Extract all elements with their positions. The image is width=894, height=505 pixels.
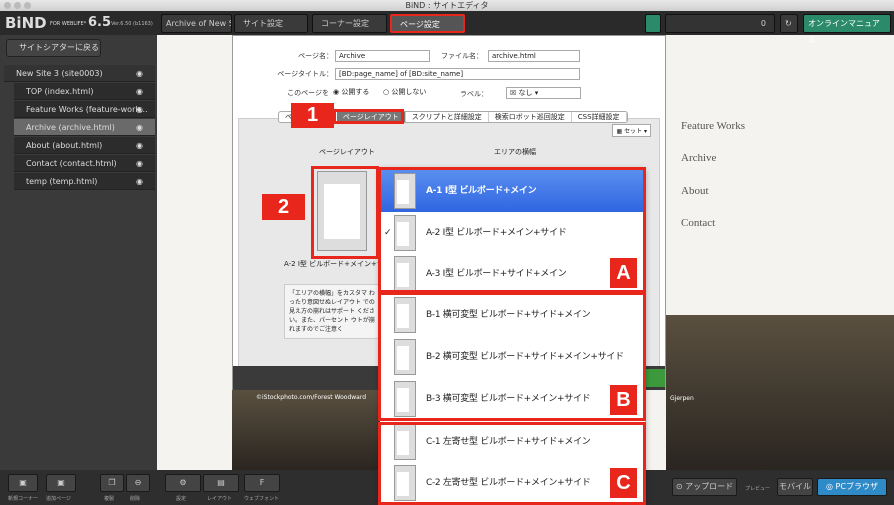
page-name-label: ページ名： (298, 52, 333, 60)
new-corner-button[interactable]: ▣ (8, 474, 38, 492)
page-item[interactable]: Contact (contact.html) ◉ (14, 155, 155, 172)
settings-label: 設定 (176, 496, 187, 502)
breadcrumb: Archive of New Site (161, 14, 232, 33)
current-layout-label: A-2 I型 ビルボード+メイン+サイド (284, 260, 384, 268)
book-icon[interactable] (645, 14, 661, 33)
eye-icon[interactable]: ◉ (136, 155, 143, 172)
page-item[interactable]: Feature Works (feature-work... ◉ (14, 101, 155, 118)
eye-icon[interactable]: ◉ (136, 101, 143, 118)
logo-sub: FOR WEBLIFE* (50, 21, 87, 27)
logo-text: BiND (5, 14, 47, 32)
annotation-box-b (378, 292, 646, 421)
refresh-icon[interactable]: ↻ (780, 14, 798, 33)
label-select[interactable]: ☒ なし ▾ (506, 87, 581, 99)
page-item[interactable]: TOP (index.html) ◉ (14, 83, 155, 100)
eye-icon[interactable]: ◉ (136, 119, 143, 136)
set-button[interactable]: ▦ セット ▾ (612, 124, 651, 137)
eye-icon[interactable]: ◉ (136, 65, 143, 82)
file-name-input[interactable]: archive.html (488, 50, 580, 62)
close-button[interactable] (4, 2, 11, 9)
zoom-button[interactable] (24, 2, 31, 9)
publish-label: このページを (287, 89, 329, 97)
annotation-badge-a: A (610, 258, 637, 288)
back-to-site-theater-button[interactable]: サイトシアターに戻る (6, 39, 101, 57)
tab-site-settings[interactable]: サイト設定 (234, 14, 308, 33)
site-nav-item[interactable]: Feature Works (681, 120, 745, 132)
new-corner-label: 新規コーナー (8, 496, 39, 502)
publish-radio[interactable]: ◉ 公開する (333, 87, 369, 97)
site-photo: Gjerpen (666, 315, 894, 470)
toolbar: BiND FOR WEBLIFE* 6.5 Ver.6.50 (b1163) A… (0, 11, 894, 45)
title-bar: BiND : サイトエディタ (0, 0, 894, 11)
online-manual-button[interactable]: オンラインマニュアル (803, 14, 891, 45)
search-input[interactable]: 0 (665, 14, 775, 33)
file-name-label: ファイル名： (441, 52, 483, 60)
window-title: BiND : サイトエディタ (405, 1, 489, 10)
duplicate-button[interactable]: ❐ (100, 474, 124, 492)
add-page-label: 追加ページ (46, 496, 71, 502)
site-nav-item[interactable]: Contact (681, 217, 715, 229)
layout-button[interactable]: ▤ (203, 474, 239, 492)
minimize-button[interactable] (14, 2, 21, 9)
page-item[interactable]: About (about.html) ◉ (14, 137, 155, 154)
page-item[interactable]: temp (temp.html) ◉ (14, 173, 155, 190)
annotation-badge-2: 2 (262, 194, 305, 220)
add-page-button[interactable]: ▣ (46, 474, 76, 492)
ok-button[interactable] (645, 369, 665, 387)
web-font-label: ウェブフォント (244, 496, 280, 502)
tab-corner-settings[interactable]: コーナー設定 (312, 14, 387, 33)
page-layout-heading: ページレイアウト (319, 148, 375, 156)
site-nav-item[interactable]: About (681, 185, 709, 197)
page-title-input[interactable]: [BD:page_name] of [BD:site_name] (335, 68, 580, 80)
annotation-box-a (378, 167, 646, 293)
page-title-label: ページタイトル： (277, 70, 333, 78)
layout-label: レイアウト (207, 496, 233, 502)
eye-icon[interactable]: ◉ (136, 173, 143, 190)
tab-page-settings[interactable]: ページ設定 (390, 14, 465, 33)
annotation-box-c (378, 422, 646, 505)
site-item[interactable]: New Site 3 (site0003) ◉ (4, 65, 155, 82)
preview-label: プレビュー (745, 486, 771, 492)
delete-button[interactable]: ⊖ (126, 474, 150, 492)
web-font-button[interactable]: F (244, 474, 280, 492)
label-label: ラベル： (460, 90, 488, 98)
layout-note: 「エリアの横幅」をカスタマ わったり意図せぬレイアウト での見え方の崩れはサポー… (284, 284, 384, 339)
annotation-badge-c: C (610, 468, 637, 498)
eye-icon[interactable]: ◉ (136, 137, 143, 154)
tab-css[interactable]: CSS詳細設定 (572, 112, 627, 122)
annotation-badge-b: B (610, 385, 637, 415)
duplicate-label: 複製 (104, 496, 115, 502)
tab-robots[interactable]: 検索ロボット巡回設定 (489, 112, 572, 122)
annotation-box (311, 166, 379, 259)
sidebar: サイトシアターに戻る New Site 3 (site0003) ◉ TOP (i… (0, 35, 157, 470)
app-logo: BiND FOR WEBLIFE* 6.5 Ver.6.50 (b1163) (0, 11, 160, 35)
page-name-input[interactable]: Archive (335, 50, 430, 62)
area-width-heading: エリアの横幅 (494, 148, 536, 156)
settings-button[interactable]: ⚙ (165, 474, 201, 492)
annotation-badge-1: 1 (291, 103, 334, 128)
eye-icon[interactable]: ◉ (136, 83, 143, 100)
page-item-selected[interactable]: Archive (archive.html) ◉ (14, 119, 155, 136)
unpublish-radio[interactable]: ○ 公開しない (383, 87, 426, 97)
version-label: Ver.6.50 (b1163) (111, 21, 153, 27)
tab-script[interactable]: スクリプトと詳細設定 (406, 112, 489, 122)
pc-browser-button[interactable]: ◎ PCブラウザ (817, 478, 887, 496)
site-photo: ©iStockphoto.com/Forest Woodward (232, 390, 382, 470)
delete-label: 削除 (130, 496, 141, 502)
version-major: 6.5 (88, 15, 112, 30)
upload-button[interactable]: ⊙ アップロード (672, 478, 737, 496)
mobile-preview-button[interactable]: モバイル (777, 478, 813, 496)
site-nav-item[interactable]: Archive (681, 152, 716, 164)
annotation-box (333, 109, 404, 124)
